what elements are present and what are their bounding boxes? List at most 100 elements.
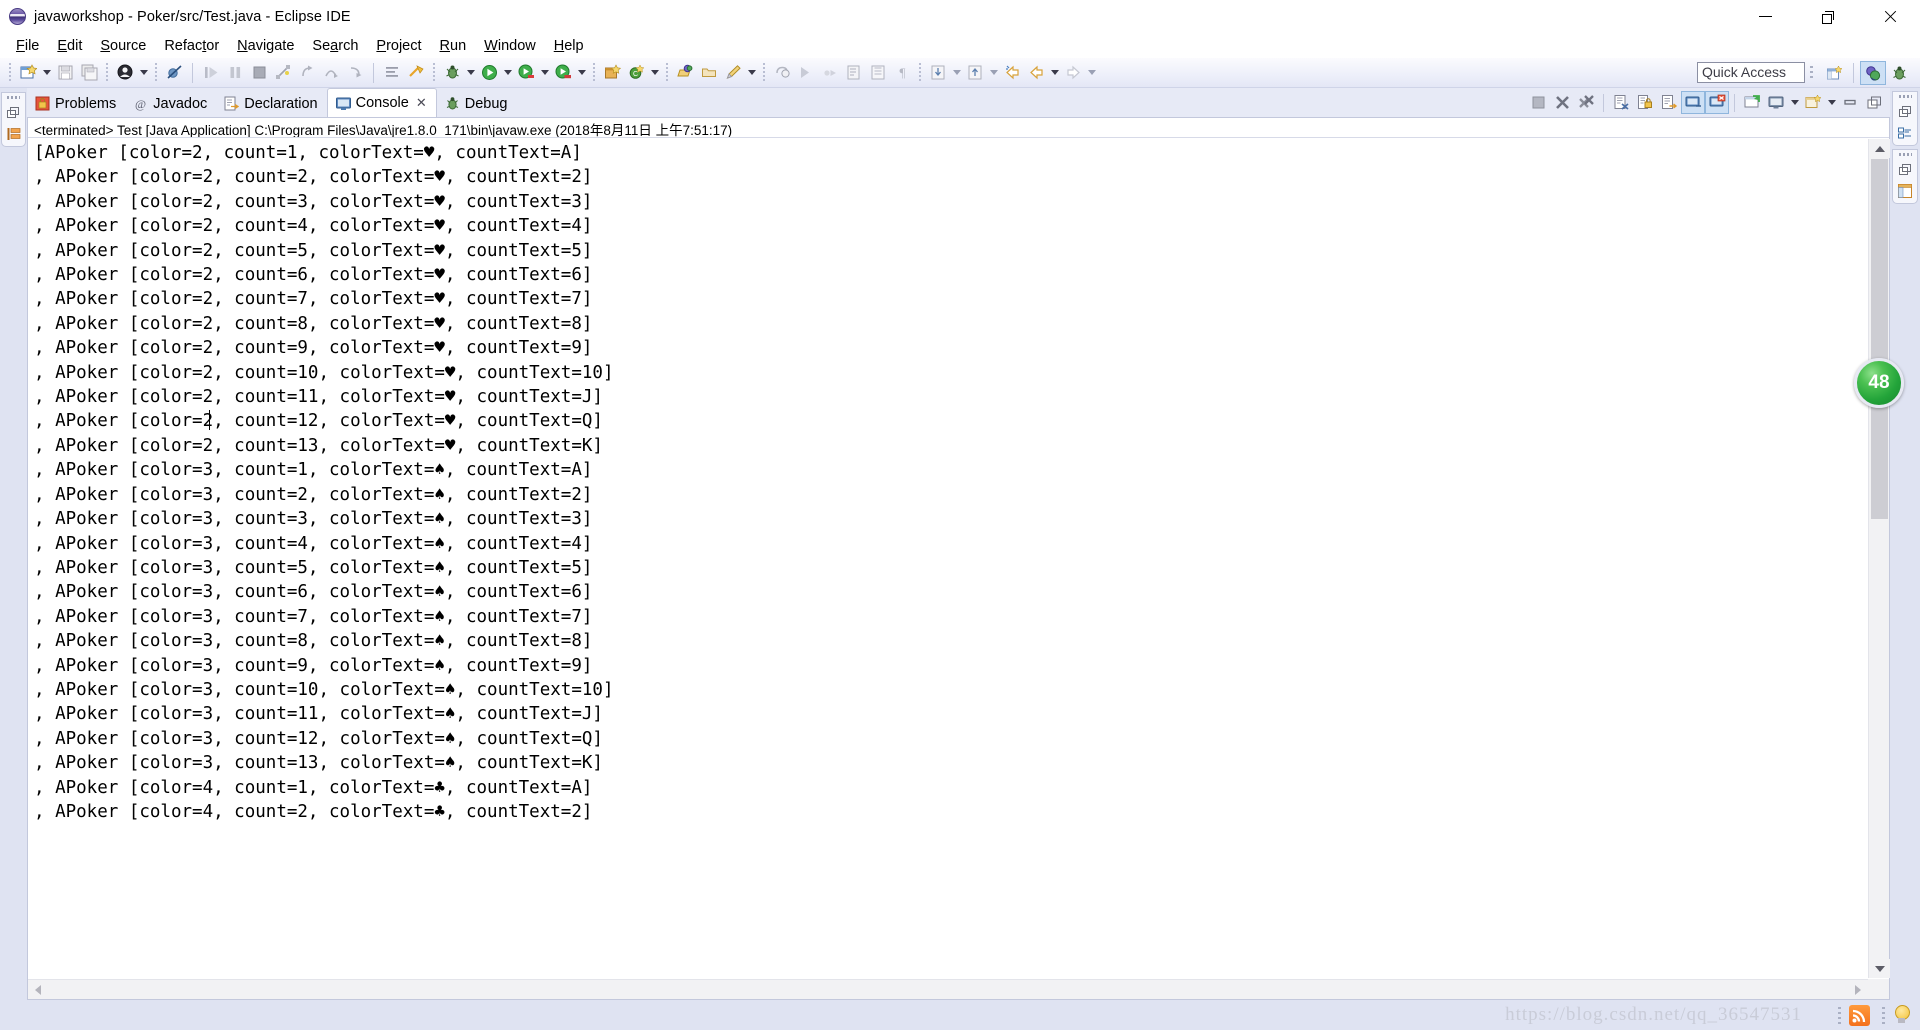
previous-annotation-button[interactable] <box>818 61 842 85</box>
maximize-button[interactable] <box>1796 0 1858 33</box>
back-button[interactable] <box>1000 61 1024 85</box>
tab-problems[interactable]: Problems <box>27 90 125 117</box>
quick-access-input[interactable]: Quick Access <box>1697 62 1805 83</box>
clear-console-button[interactable] <box>1609 91 1633 114</box>
skip-breakpoints-button[interactable] <box>162 61 186 85</box>
build-button[interactable] <box>404 61 428 85</box>
open-task-button[interactable] <box>697 61 721 85</box>
task-list-button[interactable] <box>1898 126 1912 140</box>
terminate-button[interactable] <box>247 61 271 85</box>
menu-source[interactable]: Source <box>91 36 155 56</box>
dock-drag-handle[interactable] <box>1898 153 1912 156</box>
debug-button[interactable] <box>440 61 464 85</box>
display-console-dropdown[interactable] <box>1788 91 1801 115</box>
status-drag-handle[interactable] <box>1838 1006 1841 1024</box>
tip-bulb-icon[interactable] <box>1893 1005 1910 1025</box>
bookmark-button[interactable] <box>866 61 890 85</box>
remove-all-launches-button[interactable] <box>1574 91 1598 114</box>
restore-view-button[interactable] <box>1898 106 1912 119</box>
dock-drag-handle[interactable] <box>1898 95 1912 98</box>
menu-navigate[interactable]: Navigate <box>228 36 303 56</box>
run-button[interactable] <box>477 61 501 85</box>
forward-dropdown[interactable] <box>1048 61 1061 85</box>
vertical-scroll-thumb[interactable] <box>1871 159 1888 519</box>
debug-launch-dropdown[interactable] <box>137 61 150 85</box>
scroll-right-button[interactable] <box>1848 980 1868 999</box>
menu-project[interactable]: Project <box>367 36 430 56</box>
forward-button[interactable] <box>1024 61 1048 85</box>
menu-search[interactable]: Search <box>303 36 367 56</box>
tab-declaration[interactable]: Declaration <box>216 90 326 117</box>
forward-nav-dropdown[interactable] <box>1085 61 1098 85</box>
scroll-down-button[interactable] <box>1869 959 1890 978</box>
step-over-button[interactable] <box>319 61 343 85</box>
status-drag-handle-2[interactable] <box>1882 1006 1885 1024</box>
show-console-on-stderr-button[interactable] <box>1705 91 1729 114</box>
restore-view-button[interactable] <box>7 107 20 120</box>
annotation-dropdown[interactable] <box>745 61 758 85</box>
open-console-dropdown[interactable] <box>1825 91 1838 115</box>
console-output[interactable]: [APoker [color=2, count=1, colorText=♥, … <box>28 139 1867 978</box>
menu-window[interactable]: Window <box>475 36 545 56</box>
last-edit-button[interactable] <box>770 61 794 85</box>
marker-button[interactable] <box>842 61 866 85</box>
debug-perspective-button[interactable] <box>1886 61 1912 85</box>
minimize-button[interactable] <box>1734 0 1796 33</box>
open-perspective-button[interactable] <box>1821 61 1847 85</box>
close-button[interactable] <box>1858 0 1920 33</box>
display-selected-console-button[interactable] <box>1764 91 1788 114</box>
rss-icon[interactable] <box>1849 1004 1870 1026</box>
notification-badge[interactable]: 48 <box>1854 358 1904 408</box>
toggle-stepfilters-button[interactable] <box>380 61 404 85</box>
suspend-button[interactable] <box>223 61 247 85</box>
run-last-dropdown[interactable] <box>538 61 551 85</box>
next-annotation-button[interactable] <box>794 61 818 85</box>
disconnect-button[interactable] <box>271 61 295 85</box>
save-button[interactable] <box>53 61 77 85</box>
run-external-button[interactable] <box>551 61 575 85</box>
step-into-button[interactable] <box>343 61 367 85</box>
package-explorer-button[interactable] <box>7 127 21 141</box>
remove-launch-button[interactable] <box>1550 91 1574 114</box>
new-java-project-button[interactable] <box>600 61 624 85</box>
new-class-dropdown[interactable] <box>648 61 661 85</box>
perspective-drag-handle[interactable] <box>1810 65 1813 81</box>
open-type-button[interactable] <box>673 61 697 85</box>
menu-refactor[interactable]: Refactor <box>155 36 228 56</box>
maximize-view-button[interactable] <box>1862 91 1886 114</box>
scroll-lock-button[interactable] <box>1633 91 1657 114</box>
word-wrap-button[interactable] <box>1657 91 1681 114</box>
scroll-left-button[interactable] <box>28 980 48 999</box>
minimize-view-button[interactable] <box>1838 91 1862 114</box>
tab-debug[interactable]: Debug <box>437 90 517 117</box>
dock-drag-handle[interactable] <box>7 96 20 99</box>
terminate-console-button[interactable] <box>1526 91 1550 114</box>
outline-view-button[interactable] <box>1898 184 1912 198</box>
run-last-button[interactable] <box>514 61 538 85</box>
console-vertical-scrollbar[interactable] <box>1868 139 1890 978</box>
tab-close-icon[interactable]: ✕ <box>416 95 427 111</box>
tab-console[interactable]: Console ✕ <box>326 88 437 117</box>
scroll-up-button[interactable] <box>1869 139 1890 158</box>
console-horizontal-scrollbar[interactable] <box>28 979 1868 999</box>
pin-console-button[interactable] <box>1740 91 1764 114</box>
show-console-on-stdout-button[interactable] <box>1681 91 1705 114</box>
menu-edit[interactable]: Edit <box>48 36 91 56</box>
new-class-button[interactable]: C <box>624 61 648 85</box>
run-external-dropdown[interactable] <box>575 61 588 85</box>
next-member-dropdown[interactable] <box>950 61 963 85</box>
pilcrow-button[interactable]: ¶ <box>890 61 914 85</box>
annotation-button[interactable] <box>721 61 745 85</box>
run-dropdown[interactable] <box>501 61 514 85</box>
open-console-button[interactable] <box>1801 91 1825 114</box>
debug-dropdown[interactable] <box>464 61 477 85</box>
menu-help[interactable]: Help <box>545 36 593 56</box>
debug-launch-button[interactable] <box>113 61 137 85</box>
previous-member-button[interactable] <box>963 61 987 85</box>
menu-file[interactable]: File <box>7 36 48 56</box>
menu-run[interactable]: Run <box>431 36 476 56</box>
step-return-button[interactable] <box>295 61 319 85</box>
java-perspective-button[interactable] <box>1860 61 1886 85</box>
previous-member-dropdown[interactable] <box>987 61 1000 85</box>
new-wizard-dropdown[interactable] <box>40 61 53 85</box>
